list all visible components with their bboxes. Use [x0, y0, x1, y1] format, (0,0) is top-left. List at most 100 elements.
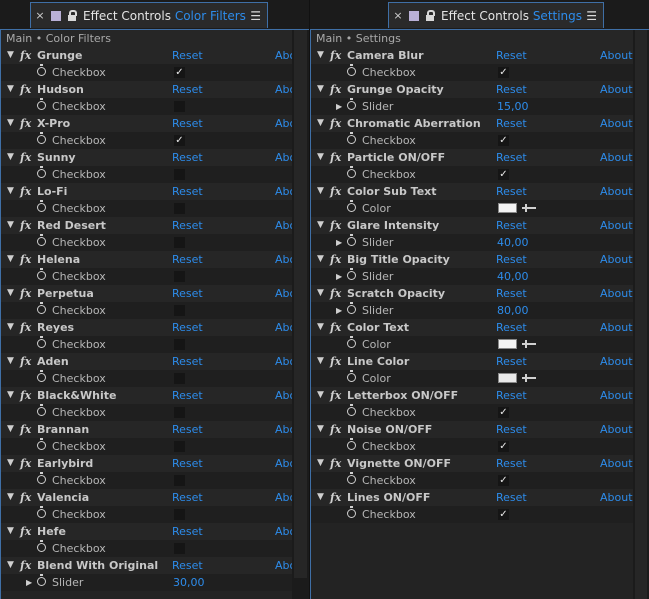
checkbox[interactable]: ✓ [498, 475, 509, 486]
about-button[interactable]: About [600, 387, 633, 404]
reset-button[interactable]: Reset [172, 455, 203, 472]
about-button[interactable]: About [600, 115, 633, 132]
twirl-right-icon[interactable]: ▶ [336, 234, 342, 251]
slider-value[interactable]: 30,00 [173, 574, 205, 591]
reset-button[interactable]: Reset [172, 421, 203, 438]
twirl-down-icon[interactable]: ▼ [7, 455, 14, 472]
fx-icon[interactable]: fx [330, 353, 341, 370]
stopwatch-icon[interactable] [347, 98, 356, 110]
checkbox[interactable] [174, 543, 185, 554]
stopwatch-icon[interactable] [37, 268, 46, 280]
reset-button[interactable]: Reset [496, 285, 527, 302]
stopwatch-icon[interactable] [347, 64, 356, 76]
scrollbar[interactable] [292, 30, 309, 599]
fx-icon[interactable]: fx [20, 557, 31, 574]
twirl-right-icon[interactable]: ▶ [336, 302, 342, 319]
twirl-right-icon[interactable]: ▶ [26, 574, 32, 591]
stopwatch-icon[interactable] [347, 132, 356, 144]
fx-icon[interactable]: fx [20, 47, 31, 64]
fx-icon[interactable]: fx [20, 489, 31, 506]
reset-button[interactable]: Reset [496, 455, 527, 472]
reset-button[interactable]: Reset [496, 421, 527, 438]
about-button[interactable]: About [600, 81, 633, 98]
reset-button[interactable]: Reset [172, 285, 203, 302]
twirl-down-icon[interactable]: ▼ [7, 149, 14, 166]
checkbox[interactable]: ✓ [174, 135, 185, 146]
fx-icon[interactable]: fx [330, 455, 341, 472]
fx-icon[interactable]: fx [20, 149, 31, 166]
twirl-down-icon[interactable]: ▼ [317, 353, 324, 370]
reset-button[interactable]: Reset [172, 523, 203, 540]
reset-button[interactable]: Reset [172, 217, 203, 234]
fx-icon[interactable]: fx [330, 47, 341, 64]
fx-icon[interactable]: fx [20, 421, 31, 438]
twirl-down-icon[interactable]: ▼ [7, 319, 14, 336]
fx-icon[interactable]: fx [330, 251, 341, 268]
checkbox[interactable] [174, 203, 185, 214]
fx-icon[interactable]: fx [330, 285, 341, 302]
checkbox[interactable] [174, 373, 185, 384]
fx-icon[interactable]: fx [330, 217, 341, 234]
stopwatch-icon[interactable] [347, 302, 356, 314]
fx-icon[interactable]: fx [20, 387, 31, 404]
stopwatch-icon[interactable] [37, 438, 46, 450]
panel-menu-icon[interactable]: ☰ [250, 9, 261, 23]
color-swatch[interactable] [498, 373, 517, 383]
stopwatch-icon[interactable] [347, 234, 356, 246]
twirl-down-icon[interactable]: ▼ [7, 251, 14, 268]
checkbox[interactable] [174, 101, 185, 112]
about-button[interactable]: About [600, 217, 633, 234]
reset-button[interactable]: Reset [496, 149, 527, 166]
stopwatch-icon[interactable] [347, 200, 356, 212]
fx-icon[interactable]: fx [20, 251, 31, 268]
reset-button[interactable]: Reset [172, 387, 203, 404]
slider-value[interactable]: 40,00 [497, 268, 529, 285]
twirl-down-icon[interactable]: ▼ [317, 285, 324, 302]
fx-icon[interactable]: fx [330, 319, 341, 336]
reset-button[interactable]: Reset [496, 183, 527, 200]
stopwatch-icon[interactable] [347, 404, 356, 416]
stopwatch-icon[interactable] [37, 506, 46, 518]
tab-effect-controls-color-filters[interactable]: × Effect Controls Color Filters ☰ [30, 2, 268, 28]
reset-button[interactable]: Reset [496, 81, 527, 98]
reset-button[interactable]: Reset [172, 115, 203, 132]
twirl-down-icon[interactable]: ▼ [7, 47, 14, 64]
color-swatch[interactable] [498, 203, 517, 213]
checkbox[interactable]: ✓ [498, 407, 509, 418]
fx-icon[interactable]: fx [20, 81, 31, 98]
twirl-down-icon[interactable]: ▼ [7, 489, 14, 506]
fx-icon[interactable]: fx [20, 183, 31, 200]
twirl-down-icon[interactable]: ▼ [317, 455, 324, 472]
stopwatch-icon[interactable] [37, 404, 46, 416]
fx-icon[interactable]: fx [20, 353, 31, 370]
fx-icon[interactable]: fx [330, 115, 341, 132]
checkbox[interactable] [174, 475, 185, 486]
twirl-down-icon[interactable]: ▼ [7, 523, 14, 540]
eyedropper-icon[interactable] [522, 204, 536, 212]
reset-button[interactable]: Reset [172, 319, 203, 336]
about-button[interactable]: About [600, 47, 633, 64]
checkbox[interactable] [174, 441, 185, 452]
twirl-down-icon[interactable]: ▼ [317, 319, 324, 336]
fx-icon[interactable]: fx [330, 149, 341, 166]
eyedropper-icon[interactable] [522, 340, 536, 348]
reset-button[interactable]: Reset [496, 353, 527, 370]
twirl-down-icon[interactable]: ▼ [317, 81, 324, 98]
slider-value[interactable]: 40,00 [497, 234, 529, 251]
twirl-down-icon[interactable]: ▼ [7, 81, 14, 98]
twirl-down-icon[interactable]: ▼ [7, 387, 14, 404]
twirl-down-icon[interactable]: ▼ [7, 353, 14, 370]
reset-button[interactable]: Reset [496, 115, 527, 132]
stopwatch-icon[interactable] [37, 64, 46, 76]
checkbox[interactable] [174, 169, 185, 180]
about-button[interactable]: About [600, 489, 633, 506]
lock-icon[interactable] [67, 10, 77, 21]
eyedropper-icon[interactable] [522, 374, 536, 382]
fx-icon[interactable]: fx [330, 489, 341, 506]
scrollbar[interactable] [633, 30, 649, 599]
about-button[interactable]: About [600, 149, 633, 166]
fx-icon[interactable]: fx [330, 81, 341, 98]
stopwatch-icon[interactable] [37, 472, 46, 484]
checkbox[interactable] [174, 339, 185, 350]
twirl-down-icon[interactable]: ▼ [317, 387, 324, 404]
